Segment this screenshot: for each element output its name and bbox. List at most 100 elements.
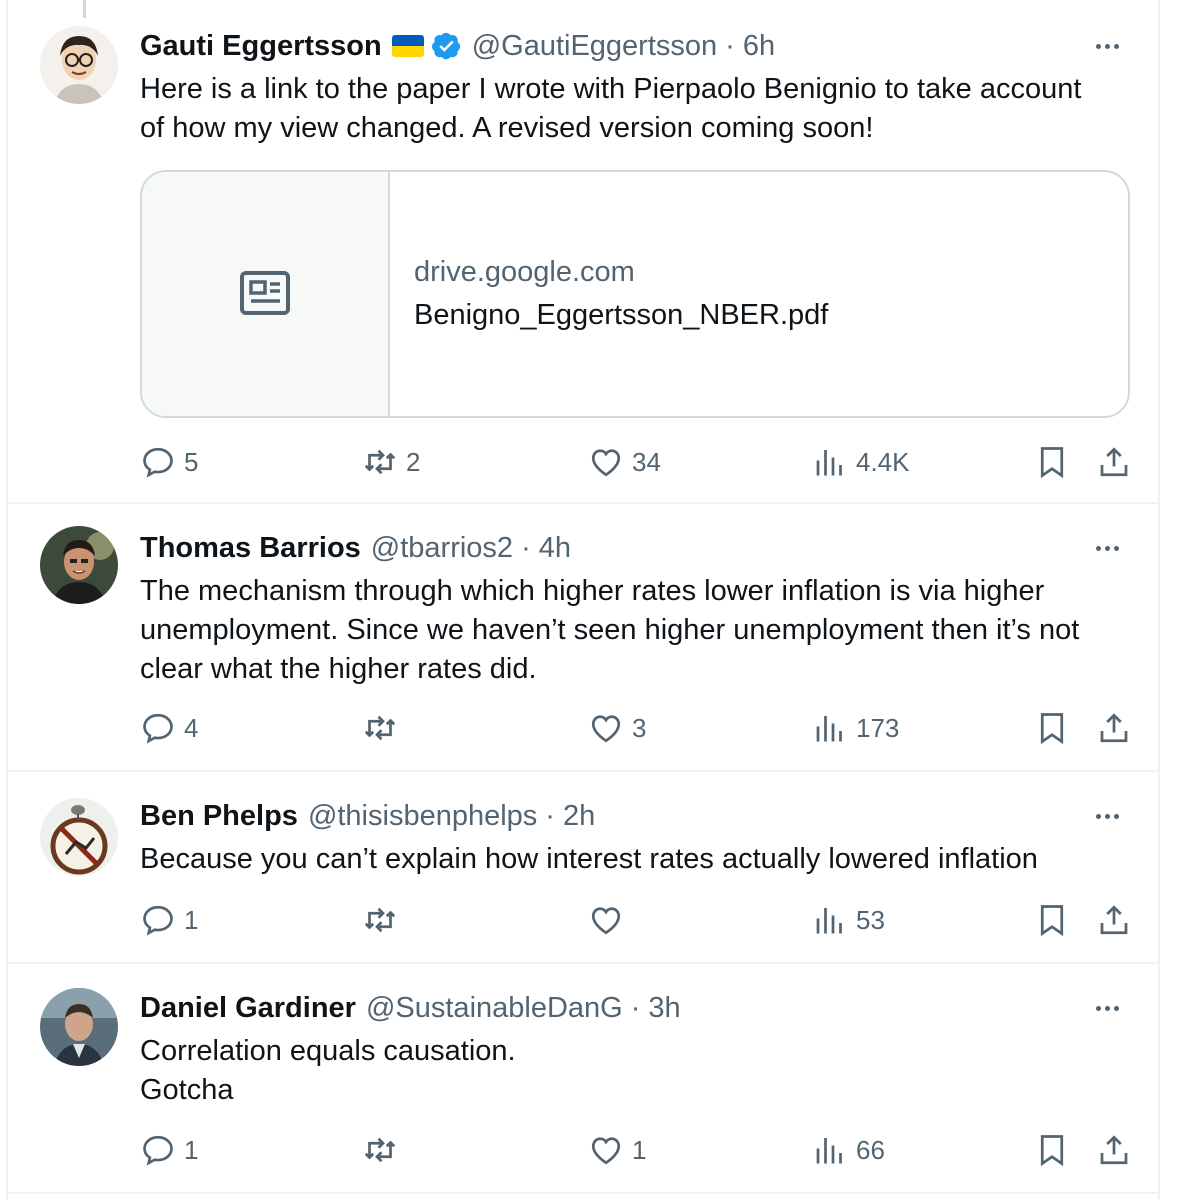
- reply-button[interactable]: 1: [140, 900, 198, 940]
- author-name[interactable]: Ben Phelps: [140, 800, 298, 833]
- link-card[interactable]: drive.google.com Benigno_Eggertsson_NBER…: [140, 170, 1130, 418]
- tweet-text: Correlation equals causation. Gotcha: [140, 1035, 516, 1106]
- tweet-text: Here is a link to the paper I wrote with…: [140, 73, 1082, 144]
- share-button[interactable]: [1096, 442, 1132, 482]
- analytics-icon: [816, 1138, 842, 1164]
- views-button[interactable]: 173: [812, 708, 899, 748]
- action-bar: 1 1 66: [140, 1130, 1138, 1170]
- share-button[interactable]: [1096, 900, 1132, 940]
- analytics-icon: [816, 908, 842, 934]
- like-count: 3: [632, 712, 647, 743]
- share-button[interactable]: [1096, 708, 1132, 748]
- action-bar: 1 53: [140, 900, 1138, 940]
- reply-icon: [143, 713, 173, 744]
- card-domain: drive.google.com: [414, 256, 635, 288]
- retweet-count: 2: [406, 446, 421, 477]
- views-button[interactable]: 4.4K: [812, 442, 910, 482]
- view-count: 53: [856, 904, 885, 935]
- more-options-icon[interactable]: [1090, 34, 1124, 58]
- reply-button[interactable]: 5: [140, 442, 198, 482]
- timestamp[interactable]: 3h: [648, 992, 680, 1025]
- reply-count: 1: [184, 1134, 199, 1165]
- heart-icon: [591, 907, 621, 935]
- tweet[interactable]: Ben Phelps @thisisbenphelps · 2h Because…: [8, 772, 1158, 964]
- retweet-button[interactable]: [362, 1130, 406, 1170]
- card-thumbnail: [142, 172, 390, 416]
- author-name[interactable]: Daniel Gardiner: [140, 992, 356, 1025]
- reply-count: 1: [184, 904, 199, 935]
- reply-count: 5: [184, 446, 199, 477]
- like-button[interactable]: 34: [588, 442, 661, 482]
- ukraine-flag-icon: [391, 35, 424, 57]
- analytics-icon: [816, 450, 842, 476]
- avatar[interactable]: [40, 988, 118, 1066]
- separator-dot: ·: [630, 991, 641, 1024]
- heart-icon: [591, 1137, 621, 1165]
- tweet[interactable]: Gauti Eggertsson @GautiEggertsson · 6h H…: [8, 0, 1158, 504]
- tweet-text: Because you can’t explain how interest r…: [140, 843, 1038, 875]
- timestamp[interactable]: 2h: [563, 800, 595, 833]
- share-button[interactable]: [1096, 1130, 1132, 1170]
- author-name[interactable]: Gauti Eggertsson: [140, 30, 382, 63]
- bookmark-icon: [1040, 905, 1064, 937]
- separator-dot: ·: [545, 799, 555, 832]
- tweet-text: The mechanism through which higher rates…: [140, 575, 1080, 685]
- article-icon: [240, 271, 290, 315]
- bookmark-button[interactable]: [1034, 442, 1070, 482]
- avatar[interactable]: [40, 26, 118, 104]
- avatar[interactable]: [40, 798, 118, 876]
- bookmark-icon: [1040, 447, 1064, 479]
- retweet-button[interactable]: [362, 708, 406, 748]
- heart-icon: [591, 715, 621, 743]
- retweet-icon: [364, 907, 396, 933]
- action-bar: 4 3 173: [140, 708, 1138, 748]
- bookmark-button[interactable]: [1034, 900, 1070, 940]
- share-icon: [1100, 905, 1128, 935]
- avatar[interactable]: [40, 526, 118, 604]
- bookmark-icon: [1040, 713, 1064, 745]
- view-count: 4.4K: [856, 446, 910, 477]
- action-bar: 5 2 34 4.4K: [140, 442, 1138, 482]
- view-count: 66: [856, 1134, 885, 1165]
- more-options-icon[interactable]: [1090, 536, 1124, 560]
- author-handle[interactable]: @tbarrios2: [371, 532, 513, 565]
- author-name[interactable]: Thomas Barrios: [140, 532, 361, 565]
- reply-icon: [143, 447, 173, 478]
- author-handle[interactable]: @thisisbenphelps: [308, 800, 537, 833]
- bookmark-button[interactable]: [1034, 708, 1070, 748]
- retweet-icon: [364, 449, 396, 475]
- views-button[interactable]: 66: [812, 1130, 885, 1170]
- card-title: Benigno_Eggertsson_NBER.pdf: [414, 299, 829, 331]
- reply-count: 4: [184, 712, 199, 743]
- retweet-icon: [364, 1137, 396, 1163]
- share-icon: [1100, 1135, 1128, 1165]
- more-options-icon[interactable]: [1090, 804, 1124, 828]
- analytics-icon: [816, 716, 842, 742]
- tweet[interactable]: Thomas Barrios @tbarrios2 · 4h The mecha…: [8, 504, 1158, 772]
- separator-dot: ·: [725, 29, 735, 62]
- timestamp[interactable]: 6h: [743, 30, 775, 63]
- like-button[interactable]: 3: [588, 708, 646, 748]
- author-handle[interactable]: @GautiEggertsson: [472, 30, 717, 63]
- like-button[interactable]: 1: [588, 1130, 646, 1170]
- view-count: 173: [856, 712, 900, 743]
- reply-button[interactable]: 4: [140, 708, 198, 748]
- share-icon: [1100, 713, 1128, 743]
- retweet-button[interactable]: 2: [362, 442, 420, 482]
- verified-badge-icon: [431, 32, 460, 60]
- retweet-button[interactable]: [362, 900, 406, 940]
- like-button[interactable]: [588, 900, 632, 940]
- separator-dot: ·: [521, 531, 531, 564]
- tweet[interactable]: Daniel Gardiner @SustainableDanG · 3h Co…: [8, 964, 1158, 1194]
- like-count: 34: [632, 446, 661, 477]
- more-options-icon[interactable]: [1090, 996, 1124, 1020]
- author-handle[interactable]: @SustainableDanG: [366, 992, 623, 1025]
- reply-icon: [143, 905, 173, 936]
- bookmark-button[interactable]: [1034, 1130, 1070, 1170]
- timestamp[interactable]: 4h: [539, 532, 571, 565]
- views-button[interactable]: 53: [812, 900, 885, 940]
- share-icon: [1100, 447, 1128, 477]
- like-count: 1: [632, 1134, 647, 1165]
- reply-button[interactable]: 1: [140, 1130, 198, 1170]
- reply-icon: [143, 1135, 173, 1166]
